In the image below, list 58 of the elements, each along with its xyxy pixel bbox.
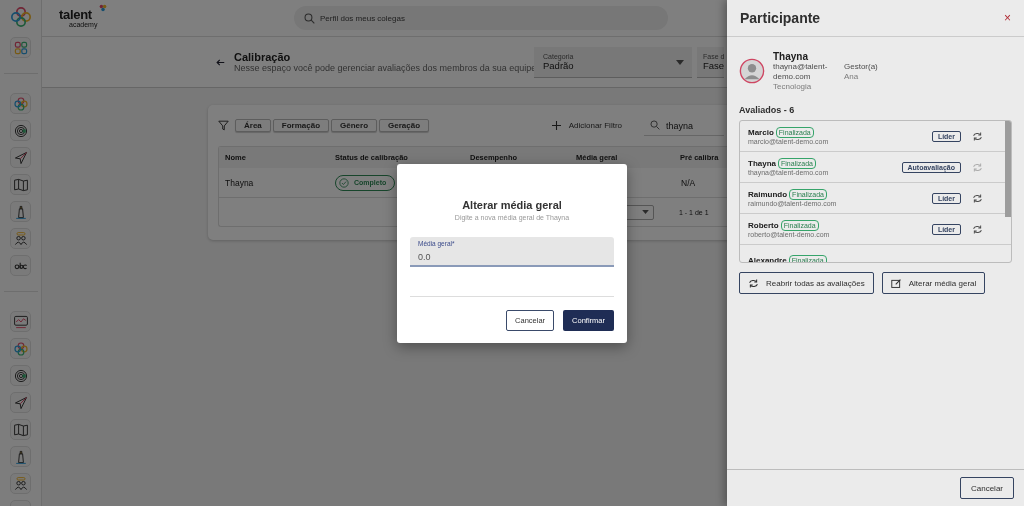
paper-plane-icon[interactable] [10,392,31,413]
logo-icon [10,7,31,27]
table-cell-text: Thayna [225,177,255,188]
evaluated-name: Marcio [748,128,774,137]
evaluated-name: Thayna [748,159,776,168]
evaluated-name: Raimundo [748,190,788,199]
person-email: thayna@talent-demo.com [773,62,828,82]
filter-chip[interactable]: Geração [379,118,430,132]
reopen-all-button[interactable]: Reabrir todas as avaliações [739,272,874,294]
text-lines-icon[interactable] [10,255,31,276]
caret-icon [676,59,684,65]
manager-name: Ana [844,72,860,82]
section-title: Avaliados - 6 [739,105,796,115]
search-field[interactable]: Perfil dos meus colegas [294,6,668,30]
filter-chip[interactable]: Formação [272,118,330,132]
manager-label: Gestor(a) [844,62,878,72]
add-filter-button[interactable]: Adicionar Filtro [551,120,622,130]
paper-plane-icon[interactable] [10,147,31,168]
close-button[interactable]: × [1004,11,1011,25]
filter-chip[interactable]: Área [235,118,271,132]
flower-icon[interactable] [10,338,31,359]
refresh-icon[interactable] [972,223,983,235]
search-icon [650,119,660,130]
page-title: Calibração [234,51,292,63]
drawer-title: Participante [740,10,821,26]
cancel-button[interactable]: Cancelar [960,477,1014,499]
filter-chip[interactable]: Gênero [331,118,378,132]
lighthouse-icon[interactable] [10,446,31,467]
people-icon[interactable] [10,473,31,494]
back-arrow-icon[interactable] [216,57,225,67]
flower-icon[interactable] [10,93,31,114]
sparkle-icon [99,3,107,12]
target-icon[interactable] [10,365,31,386]
person-area: Tecnologia [773,82,878,91]
edit-icon [890,277,902,289]
dialog-title: Alterar média geral [462,199,562,211]
search-icon [304,13,315,24]
plus-icon [551,120,561,130]
map-icon[interactable] [10,419,31,440]
monitor-chart-icon[interactable] [10,311,31,332]
person-name: Thayna [773,51,809,62]
refresh-icon[interactable] [972,130,983,142]
avatar [739,58,765,84]
evaluated-name: Alexandre [748,255,787,262]
search-field[interactable]: thayna [644,116,724,136]
refresh-icon[interactable] [972,192,983,204]
people-icon[interactable] [10,228,31,249]
filter-icon[interactable] [218,119,229,131]
caret-icon [642,210,649,214]
apps-icon[interactable] [10,37,31,58]
evaluated-name: Roberto [748,221,779,230]
edit-average-button[interactable]: Alterar média geral [881,272,986,294]
target-icon[interactable] [10,120,31,141]
refresh-icon [748,277,759,289]
lighthouse-icon[interactable] [10,201,31,222]
map-icon[interactable] [10,174,31,195]
table-cell: N/A [680,177,696,188]
logo-wordmark: talent [59,7,92,21]
